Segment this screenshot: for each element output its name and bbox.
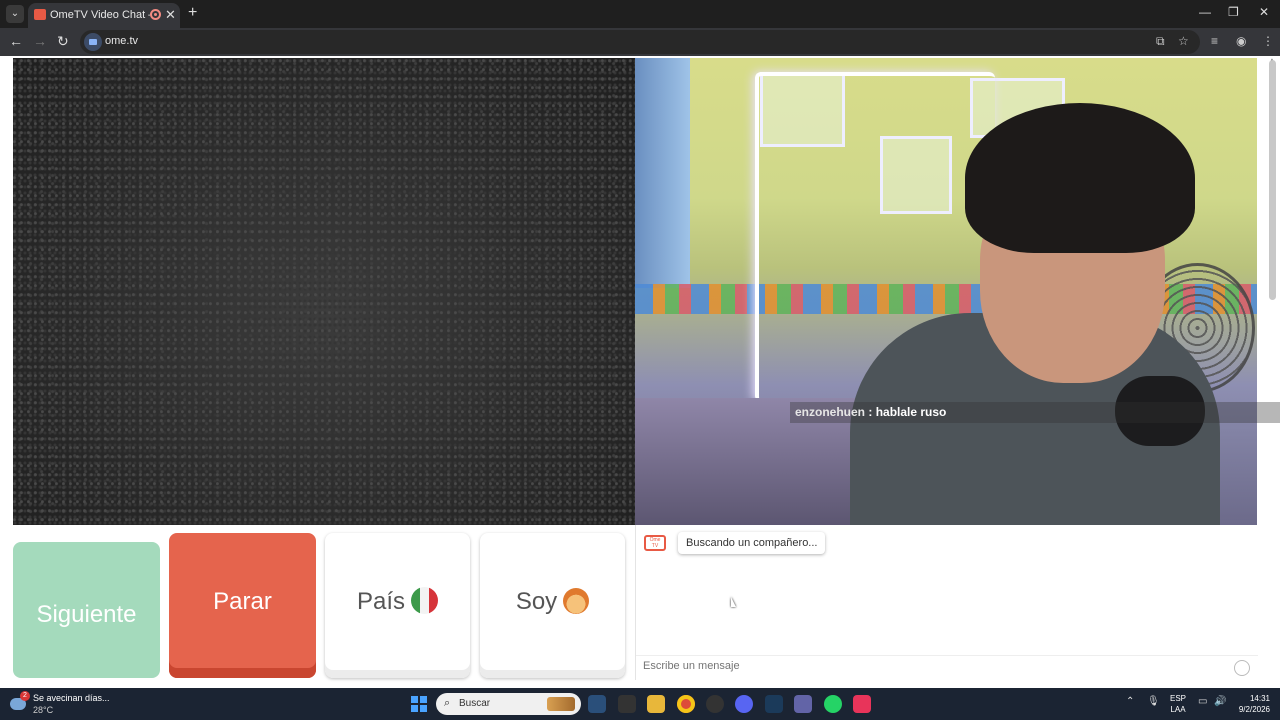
windows-start-icon[interactable] (411, 696, 427, 712)
next-button[interactable]: Siguiente (13, 542, 160, 678)
country-button[interactable]: País (325, 533, 470, 678)
bookmark-star-icon[interactable]: ☆ (1178, 34, 1189, 48)
chat-panel: Ome TV Buscando un compañero... (635, 525, 1258, 680)
restore-icon[interactable]: ❐ (1228, 5, 1239, 19)
tab-list-chevron-icon[interactable]: ⌄ (6, 5, 24, 23)
emoji-picker-icon[interactable] (1234, 660, 1250, 676)
minimize-icon[interactable]: — (1199, 5, 1211, 19)
menu-kebab-icon[interactable]: ⋮ (1262, 34, 1274, 48)
teams-icon[interactable] (794, 695, 812, 713)
taskbar-clock[interactable]: 14:31 9/2/2026 (1230, 693, 1270, 715)
ometv-page: enzonehuen : hablale ruso Siguiente Para… (0, 56, 1280, 688)
boy-emoji-icon (563, 587, 590, 614)
self-camera-video (635, 58, 1257, 525)
steam-icon[interactable] (588, 695, 606, 713)
overlay-separator: : (865, 405, 876, 419)
stream-chat-overlay: enzonehuen : hablale ruso (790, 402, 1280, 423)
lang-layout: LAA (1170, 705, 1186, 714)
gender-button[interactable]: Soy (480, 533, 625, 678)
browser-tabbar: ⌄ OmeTV Video Chat — Ome ✕ + — ❐ ✕ (0, 0, 1280, 28)
microphone-icon[interactable]: 🎙 (1147, 696, 1160, 707)
back-icon[interactable]: ← (9, 33, 23, 49)
media-control-icon[interactable]: ≡ (1211, 34, 1218, 48)
obs-icon[interactable] (706, 695, 724, 713)
profile-icon[interactable]: ◉ (1236, 34, 1246, 48)
tab-close-icon[interactable]: ✕ (165, 7, 176, 23)
country-label: País (356, 588, 406, 615)
whatsapp-icon[interactable] (824, 695, 842, 713)
browser-tab[interactable]: OmeTV Video Chat — Ome ✕ (28, 3, 180, 28)
forward-icon[interactable]: → (33, 33, 47, 49)
volume-icon[interactable]: 🔊 (1214, 696, 1226, 707)
browser-toolbar: ← → ↻ ome.tv ⧉ ☆ ≡ ◉ ⋮ (0, 28, 1280, 56)
person-hair (965, 103, 1195, 253)
tab-title: OmeTV Video Chat — Ome (50, 9, 150, 21)
lang-code: ESP (1170, 694, 1187, 703)
italy-flag-icon (411, 587, 439, 615)
ometv-logo-icon: Ome TV (644, 535, 666, 551)
logo-text: Ome TV (649, 537, 661, 549)
file-explorer-icon[interactable] (647, 695, 665, 713)
reload-icon[interactable]: ↻ (57, 33, 69, 50)
overlay-text: hablale ruso (875, 405, 947, 419)
wall-left (635, 58, 690, 288)
search-label: Buscar (459, 698, 491, 709)
input-language[interactable]: ESP LAA (1170, 693, 1186, 715)
chrome-icon[interactable] (677, 695, 695, 713)
ometv-favicon-icon (34, 9, 46, 20)
weather-headline: Se avecinan días... (33, 693, 110, 703)
overlay-username: enzonehuen (795, 405, 866, 419)
tiktok-icon[interactable] (853, 695, 871, 713)
window-close-icon[interactable]: ✕ (1259, 5, 1269, 19)
site-info-icon[interactable] (84, 33, 102, 51)
new-tab-button[interactable]: + (188, 4, 197, 22)
taskbar-search[interactable]: ⌕ Buscar (436, 693, 581, 715)
network-icon[interactable]: ▭ (1198, 696, 1207, 707)
mouse-cursor-icon (731, 597, 736, 607)
clock-date: 9/2/2026 (1238, 705, 1270, 714)
tray-chevron-icon[interactable]: ⌃ (1126, 696, 1134, 707)
windows-taskbar: 2 Se avecinan días... 28°C ⌕ Buscar ⌃ 🎙 … (0, 688, 1280, 720)
search-icon: ⌕ (444, 697, 451, 709)
epic-games-icon[interactable] (618, 695, 636, 713)
weather-temp: 28°C (33, 705, 54, 715)
steam-app-icon[interactable] (765, 695, 783, 713)
search-highlight-art (547, 697, 575, 711)
recording-icon (150, 9, 161, 20)
weather-badge: 2 (20, 691, 30, 701)
discord-icon[interactable] (735, 695, 753, 713)
address-bar[interactable]: ome.tv (80, 30, 1200, 54)
install-app-icon[interactable]: ⧉ (1156, 34, 1165, 49)
message-input-bar (636, 655, 1258, 680)
page-scrollbar[interactable] (1269, 60, 1276, 300)
stop-button[interactable]: Parar (169, 533, 316, 678)
clock-time: 14:31 (1249, 694, 1270, 703)
searching-status: Buscando un compañero... (678, 532, 826, 554)
overlay-message: enzonehuen : hablale ruso (795, 405, 946, 419)
partner-video-static (13, 58, 635, 525)
gender-label: Soy (515, 588, 558, 615)
url-text: ome.tv (105, 35, 139, 47)
message-input[interactable] (643, 660, 1213, 672)
